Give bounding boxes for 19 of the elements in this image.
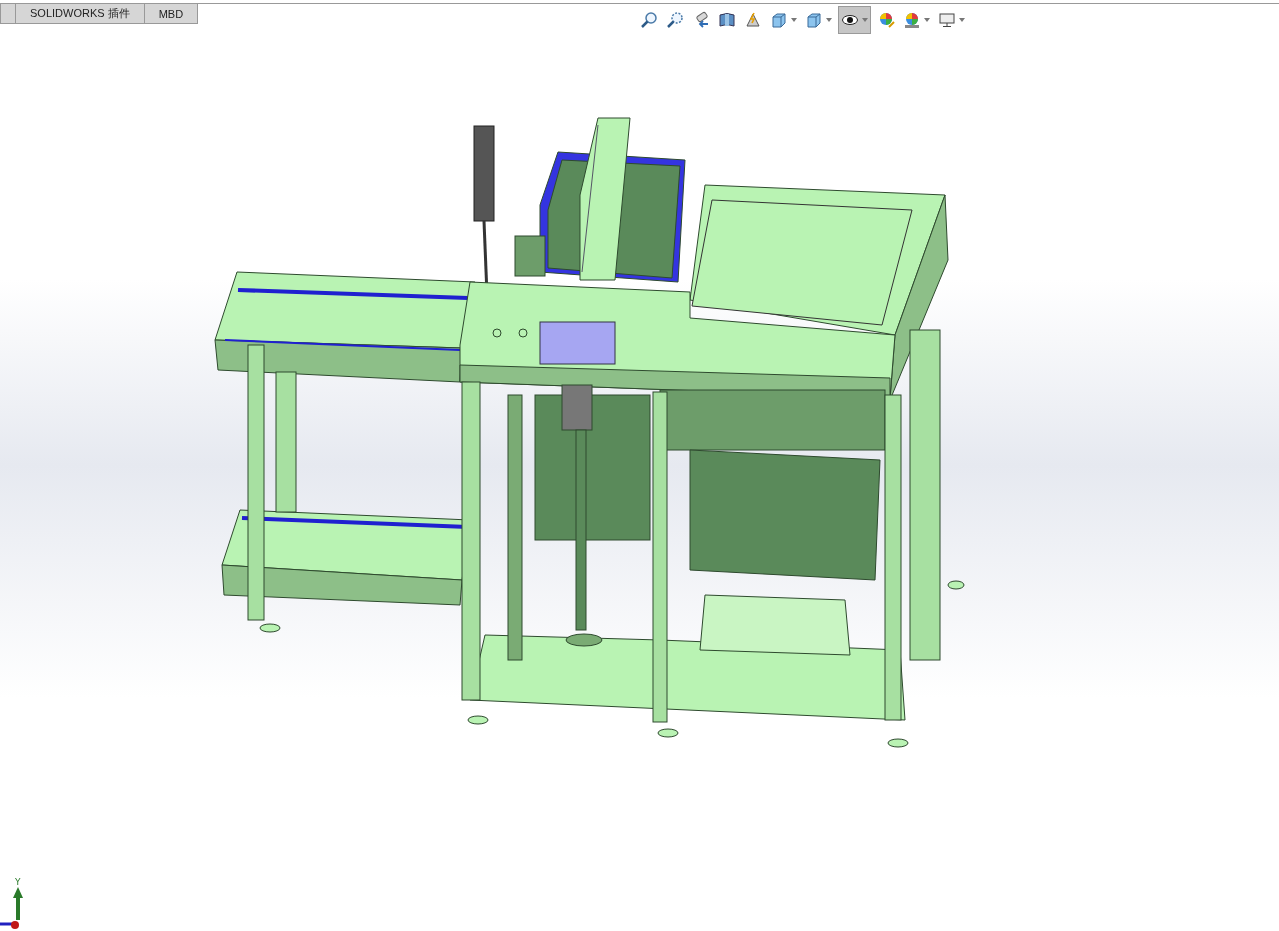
caret-icon[interactable] [959,18,965,22]
cube-icon [770,11,788,29]
axis-triad-drawing [0,887,23,929]
zoom-area-icon [666,11,684,29]
caret-icon[interactable] [791,18,797,22]
tab[interactable]: MBD [144,4,199,24]
axis-label: Y [15,877,21,887]
color-ball-icon [877,11,895,29]
cube-icon [805,11,823,29]
scene-icon [903,11,921,29]
caret-icon[interactable] [862,18,868,22]
tab[interactable]: SOLIDWORKS 插件 [16,4,145,24]
caret-icon[interactable] [924,18,930,22]
caret-icon[interactable] [826,18,832,22]
toolbar-button[interactable] [838,6,871,34]
annotation-icon [744,11,762,29]
monitor-icon [938,11,956,29]
zoom-fit-icon [640,11,658,29]
section-view-icon [718,11,736,29]
